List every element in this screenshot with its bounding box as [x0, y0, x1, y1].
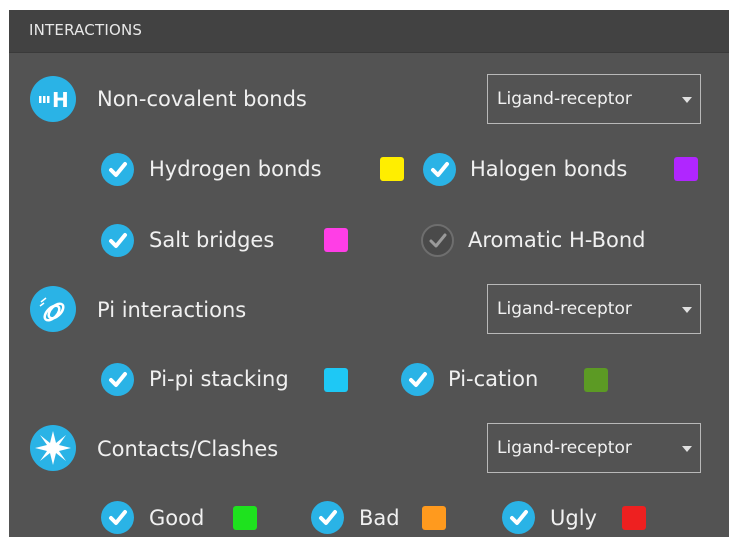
- check-icon: [108, 161, 127, 177]
- good-contacts-label: Good: [149, 506, 205, 530]
- pi-cation-checkbox[interactable]: [401, 363, 434, 396]
- hydrogen-bonds-label: Hydrogen bonds: [149, 157, 322, 181]
- hydrogen-bond-icon: H: [30, 76, 76, 122]
- svg-text:H: H: [52, 88, 69, 112]
- section-label-contacts-clashes: Contacts/Clashes: [97, 437, 279, 461]
- hydrogen-bonds-checkbox[interactable]: [101, 153, 134, 186]
- halogen-bonds-label: Halogen bonds: [470, 157, 628, 181]
- non-covalent-mode-dropdown[interactable]: Ligand-receptor: [487, 74, 701, 124]
- panel-title: INTERACTIONS: [29, 21, 143, 39]
- interactions-panel: INTERACTIONS H Non-covalent bonds Ligand…: [9, 10, 729, 537]
- pi-cation-color-swatch[interactable]: [584, 368, 608, 392]
- ugly-contacts-color-swatch[interactable]: [622, 506, 646, 530]
- pi-pi-stacking-color-swatch[interactable]: [324, 368, 348, 392]
- pi-pi-stacking-label: Pi-pi stacking: [149, 367, 289, 391]
- check-icon: [108, 509, 127, 525]
- pi-cation-label: Pi-cation: [448, 367, 539, 391]
- check-icon: [108, 371, 127, 387]
- pi-interactions-mode-dropdown[interactable]: Ligand-receptor: [487, 284, 701, 334]
- check-icon: [108, 232, 127, 248]
- dropdown-value: Ligand-receptor: [497, 89, 632, 109]
- ugly-contacts-label: Ugly: [550, 506, 597, 530]
- ugly-contacts-checkbox[interactable]: [502, 501, 535, 534]
- check-icon: [408, 371, 427, 387]
- bad-contacts-color-swatch[interactable]: [422, 506, 446, 530]
- dropdown-value: Ligand-receptor: [497, 299, 632, 319]
- salt-bridges-label: Salt bridges: [149, 228, 275, 252]
- pi-pi-stacking-checkbox[interactable]: [101, 363, 134, 396]
- hydrogen-bonds-color-swatch[interactable]: [380, 157, 404, 181]
- contacts-burst-icon: [30, 425, 76, 471]
- bad-contacts-label: Bad: [359, 506, 400, 530]
- bad-contacts-checkbox[interactable]: [311, 501, 344, 534]
- aromatic-h-bond-checkbox[interactable]: [421, 224, 454, 257]
- aromatic-h-bond-label: Aromatic H-Bond: [468, 228, 646, 252]
- good-contacts-checkbox[interactable]: [101, 501, 134, 534]
- check-icon: [509, 509, 528, 525]
- check-icon: [430, 161, 449, 177]
- salt-bridges-checkbox[interactable]: [101, 224, 134, 257]
- dropdown-value: Ligand-receptor: [497, 438, 632, 458]
- chevron-down-icon: [682, 446, 692, 452]
- section-label-pi-interactions: Pi interactions: [97, 298, 247, 322]
- section-label-non-covalent: Non-covalent bonds: [97, 87, 307, 111]
- panel-header: INTERACTIONS: [9, 10, 729, 53]
- halogen-bonds-color-swatch[interactable]: [674, 157, 698, 181]
- check-icon: [318, 509, 337, 525]
- pi-interaction-icon: [30, 286, 76, 332]
- check-icon: [429, 233, 446, 247]
- good-contacts-color-swatch[interactable]: [233, 506, 257, 530]
- chevron-down-icon: [682, 97, 692, 103]
- salt-bridges-color-swatch[interactable]: [324, 228, 348, 252]
- chevron-down-icon: [682, 307, 692, 313]
- contacts-mode-dropdown[interactable]: Ligand-receptor: [487, 423, 701, 473]
- halogen-bonds-checkbox[interactable]: [423, 153, 456, 186]
